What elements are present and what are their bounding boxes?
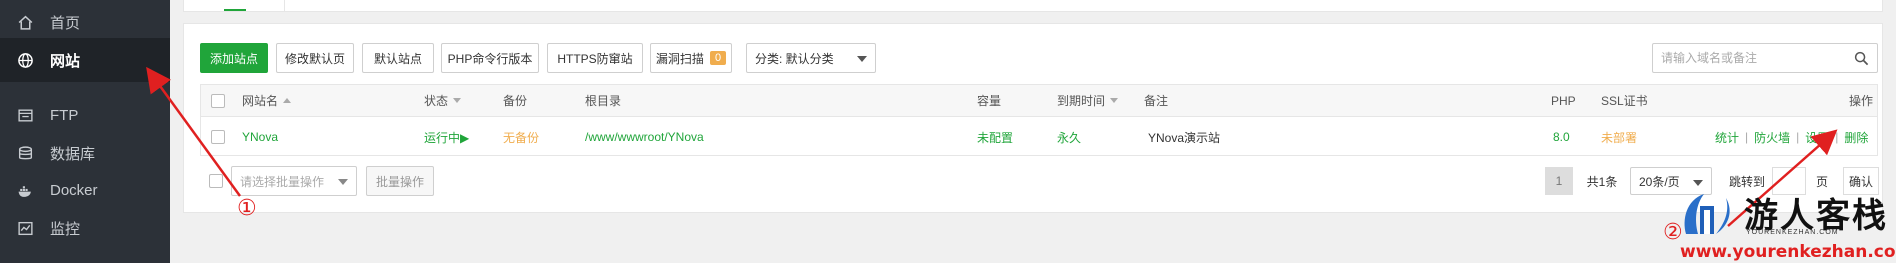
arrow-to-website-menu — [146, 66, 242, 197]
watermark-subtitle: YOURENKEZHAN.COM — [1746, 229, 1839, 236]
watermark: 游人客栈 YOURENKEZHAN.COM www.yourenkezhan.c… — [1680, 184, 1896, 262]
watermark-url: www.yourenkezhan.com — [1680, 242, 1896, 262]
watermark-logo — [1684, 194, 1730, 234]
annotation-arrows — [146, 66, 1838, 227]
annotation-marker-1: ① — [237, 196, 257, 221]
